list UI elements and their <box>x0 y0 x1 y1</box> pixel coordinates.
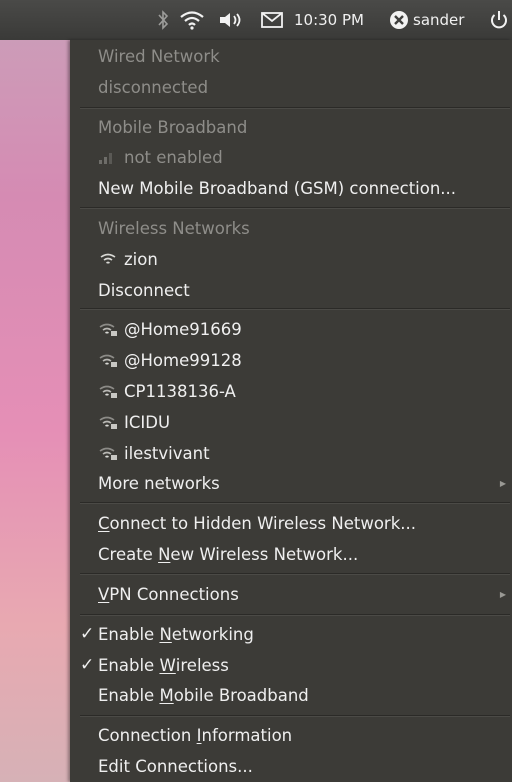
separator <box>80 308 510 310</box>
mobile-broadband-status: not enabled <box>124 147 223 167</box>
wifi-signal-icon <box>98 251 118 267</box>
enable-networking-item[interactable]: ✓ Enable Networking <box>70 620 512 648</box>
network-name: CP1138136-A <box>124 381 236 401</box>
volume-icon[interactable] <box>217 0 247 40</box>
more-networks-item[interactable]: More networks ▶ <box>70 469 512 497</box>
disconnect-item[interactable]: Disconnect <box>70 276 512 304</box>
vpn-connections-item[interactable]: V PN Connections ▶ <box>70 580 512 608</box>
wired-network-header: Wired Network <box>98 46 220 66</box>
network-name: @Home91669 <box>124 319 242 339</box>
network-name: ICIDU <box>124 412 171 432</box>
mobile-broadband-header: Mobile Broadband <box>98 117 248 137</box>
separator <box>80 107 510 109</box>
mobile-broadband-icon <box>98 150 114 164</box>
desktop-background <box>0 0 70 782</box>
new-mobile-broadband-connection[interactable]: New Mobile Broadband (GSM) connection... <box>70 174 512 202</box>
top-panel: 10:30 PM sander <box>0 0 512 40</box>
create-new-network-item[interactable]: Create New Wireless Network... <box>70 540 512 568</box>
bluetooth-icon[interactable] <box>156 0 170 40</box>
wired-network-status: disconnected <box>98 77 209 97</box>
user-name[interactable]: sander <box>413 0 464 40</box>
power-icon[interactable] <box>488 0 510 40</box>
network-menu: Wired Network disconnected Mobile Broadb… <box>70 40 512 782</box>
submenu-arrow-icon: ▶ <box>499 589 506 599</box>
more-networks-label: More networks <box>98 473 220 493</box>
separator <box>80 715 510 717</box>
wireless-network-item[interactable]: ilestvivant <box>70 439 512 467</box>
separator <box>80 614 510 616</box>
submenu-arrow-icon: ▶ <box>499 478 506 488</box>
wireless-network-item[interactable]: ICIDU <box>70 408 512 436</box>
wireless-network-item[interactable]: CP1138136-A <box>70 377 512 405</box>
separator <box>80 502 510 504</box>
mail-icon[interactable] <box>260 0 284 40</box>
separator <box>80 573 510 575</box>
network-name: ilestvivant <box>124 443 210 463</box>
wifi-secure-icon <box>98 414 118 430</box>
wifi-secure-icon <box>98 445 118 461</box>
check-icon: ✓ <box>80 655 95 675</box>
separator <box>80 207 510 209</box>
network-name: zion <box>124 249 158 269</box>
wifi-secure-icon <box>98 352 118 368</box>
wifi-secure-icon <box>98 383 118 399</box>
edit-connections-item[interactable]: Edit Connections... <box>70 752 512 780</box>
mobile-broadband-status-item: not enabled <box>70 143 512 171</box>
connection-information-item[interactable]: Connection Information <box>70 721 512 749</box>
clock[interactable]: 10:30 PM <box>294 0 364 40</box>
user-status-icon[interactable] <box>388 0 410 40</box>
check-icon: ✓ <box>80 624 95 644</box>
wireless-network-item[interactable]: @Home99128 <box>70 346 512 374</box>
network-name: @Home99128 <box>124 350 242 370</box>
wifi-icon[interactable] <box>178 0 206 40</box>
wifi-secure-icon <box>98 321 118 337</box>
connect-hidden-network-item[interactable]: Connect to Hidden Wireless Network... <box>70 509 512 537</box>
wireless-network-zion[interactable]: zion <box>70 245 512 273</box>
enable-wireless-item[interactable]: ✓ Enable Wireless <box>70 651 512 679</box>
enable-mobile-broadband-item[interactable]: Enable Mobile Broadband <box>70 681 512 709</box>
wireless-networks-header: Wireless Networks <box>98 218 250 238</box>
wireless-network-item[interactable]: @Home91669 <box>70 315 512 343</box>
